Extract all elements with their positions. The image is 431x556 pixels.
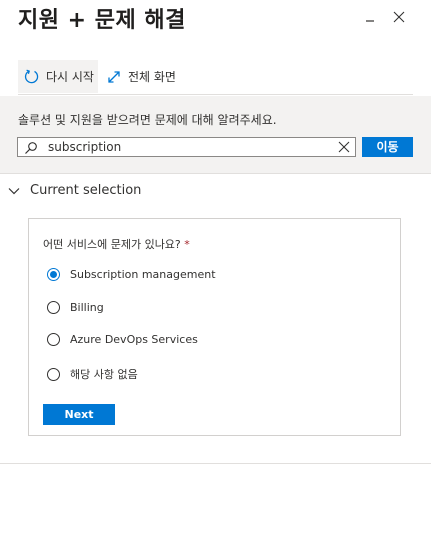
minimize-icon (366, 20, 374, 22)
current-selection-header[interactable]: Current selection (8, 183, 141, 198)
question-label: 어떤 서비스에 문제가 있나요? (43, 238, 181, 251)
fullscreen-label: 전체 화면 (128, 70, 176, 84)
expand-icon (108, 70, 120, 83)
option-label: 해당 사항 없음 (70, 368, 138, 381)
service-option[interactable]: Azure DevOps Services (47, 333, 198, 346)
next-button[interactable]: Next (43, 404, 115, 425)
service-option[interactable]: 해당 사항 없음 (47, 366, 138, 382)
restart-button[interactable]: 다시 시작 (18, 60, 98, 93)
minimize-button[interactable] (360, 6, 382, 28)
option-label: Subscription management (70, 268, 216, 281)
radio-button[interactable] (47, 301, 60, 314)
clear-icon (338, 141, 350, 153)
option-label: Azure DevOps Services (70, 333, 198, 346)
service-option[interactable]: Subscription management (47, 268, 216, 281)
radio-button[interactable] (47, 268, 60, 281)
radio-dot (50, 271, 57, 278)
search-icon (24, 140, 38, 159)
command-bar: 다시 시작 전체 화면 (18, 60, 413, 95)
fullscreen-button[interactable]: 전체 화면 (104, 60, 176, 93)
search-band (0, 96, 431, 174)
service-option[interactable]: Billing (47, 301, 104, 314)
restart-icon (24, 69, 39, 83)
search-prompt: 솔루션 및 지원을 받으려면 문제에 대해 알려주세요. (18, 113, 277, 127)
radio-button[interactable] (47, 333, 60, 346)
search-input[interactable] (48, 138, 318, 156)
close-button[interactable] (388, 6, 410, 28)
go-button[interactable]: 이동 (362, 137, 413, 157)
radio-button[interactable] (47, 367, 60, 381)
divider (0, 463, 431, 464)
service-question: 어떤 서비스에 문제가 있나요? * (43, 236, 190, 252)
option-label: Billing (70, 301, 104, 314)
restart-label: 다시 시작 (46, 70, 94, 84)
page-title: 지원 + 문제 해결 (18, 8, 186, 33)
clear-search-button[interactable] (337, 139, 351, 158)
close-icon (393, 11, 405, 23)
current-selection-label: Current selection (30, 183, 142, 198)
required-mark: * (184, 238, 190, 251)
search-box (17, 137, 356, 157)
chevron-down-icon (8, 187, 20, 194)
